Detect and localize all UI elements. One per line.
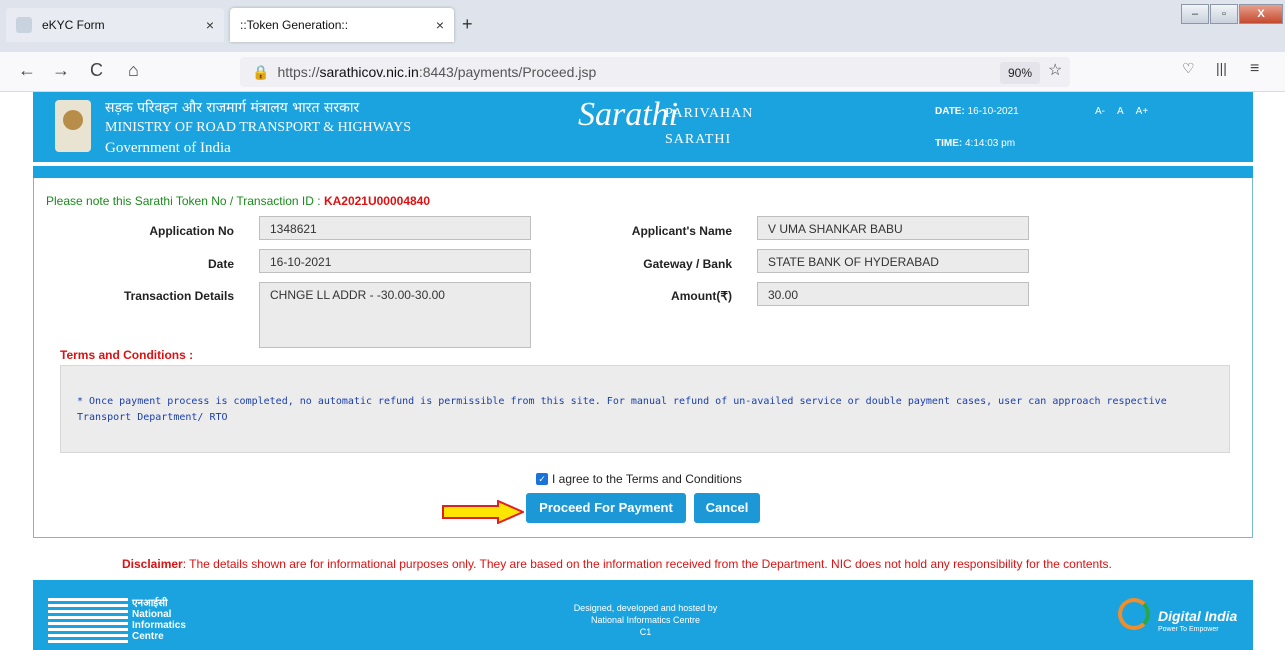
date-display: DATE: 16-10-2021 [935, 106, 1019, 117]
applicant-name-field: V UMA SHANKAR BABU [757, 216, 1029, 240]
digital-india-logo: Digital India Power To Empower [1118, 598, 1238, 638]
arrow-pointer-icon [442, 500, 524, 524]
url-host: sarathicov.nic.in [319, 64, 419, 80]
transaction-details-label: Transaction Details [123, 289, 234, 303]
tab-token-generation[interactable]: ::Token Generation:: × [230, 8, 454, 42]
digital-india-sub: Power To Empower [1158, 626, 1219, 633]
maximize-button[interactable]: ▫ [1210, 4, 1238, 24]
favicon-icon [16, 17, 32, 33]
nic-line3: Centre [132, 631, 164, 642]
agree-terms-label: I agree to the Terms and Conditions [552, 472, 742, 486]
address-bar[interactable]: 🔒 https://sarathicov.nic.in:8443/payment… [240, 57, 1070, 87]
date-field: 16-10-2021 [259, 249, 531, 273]
brand-parivahan: PARIVAHAN [665, 106, 754, 121]
state-emblem-logo [55, 100, 91, 152]
font-increase-button[interactable]: A+ [1136, 106, 1149, 117]
font-size-controls: A- A A+ [1095, 106, 1148, 117]
hindi-ministry-title: सड़क परिवहन और राजमार्ग मंत्रालय भारत सर… [105, 100, 360, 116]
nic-line1: National [132, 609, 172, 620]
forward-arrow-icon[interactable]: → [52, 60, 70, 81]
tab-title: eKYC Form [42, 18, 105, 32]
font-decrease-button[interactable]: A- [1095, 106, 1105, 117]
time-value: 4:14:03 pm [965, 138, 1016, 149]
nic-hindi: एनआईसी [132, 598, 168, 609]
designed-line1: Designed, developed and hosted by [573, 603, 718, 613]
pocket-icon[interactable]: ♡ [1182, 60, 1195, 77]
token-note-text: Please note this Sarathi Token No / Tran… [46, 194, 321, 208]
designed-line2: National Informatics Centre [590, 615, 701, 625]
font-normal-button[interactable]: A [1117, 106, 1124, 117]
time-label: TIME: [935, 138, 963, 149]
disclaimer-label: Disclaimer [122, 557, 183, 571]
transaction-details-textarea[interactable]: CHNGE LL ADDR - -30.00-30.00 [259, 282, 531, 348]
gateway-label: Gateway / Bank [643, 257, 732, 271]
tab-ekyc-form[interactable]: eKYC Form × [6, 8, 224, 42]
cancel-button[interactable]: Cancel [694, 493, 760, 523]
back-arrow-icon[interactable]: ← [18, 60, 36, 81]
digital-india-mark [1118, 598, 1150, 630]
ministry-title: MINISTRY OF ROAD TRANSPORT & HIGHWAYS [105, 120, 412, 135]
nic-logo-mark [48, 598, 128, 644]
shield-lock-icon: 🔒 [252, 63, 270, 80]
browser-nav-bar: ← → C ⌂ 🔒 https://sarathicov.nic.in:8443… [0, 52, 1285, 92]
url-path: :8443/payments/Proceed.jsp [418, 64, 597, 80]
minimize-button[interactable]: – [1181, 4, 1209, 24]
tab-title: ::Token Generation:: [240, 18, 349, 32]
url-prefix: https:// [277, 64, 320, 80]
panel-title-bar [33, 166, 1253, 178]
brand-sarathi: SARATHI [665, 132, 732, 147]
tab-close-icon[interactable]: × [206, 17, 214, 33]
checkbox-checked-icon[interactable]: ✓ [536, 473, 548, 485]
payment-panel: Please note this Sarathi Token No / Tran… [33, 178, 1253, 538]
bookmark-star-icon[interactable]: ☆ [1048, 60, 1062, 80]
date-label: DATE: [935, 106, 965, 117]
tab-close-icon[interactable]: × [436, 17, 444, 33]
site-header: सड़क परिवहन और राजमार्ग मंत्रालय भारत सर… [33, 92, 1253, 162]
proceed-payment-button[interactable]: Proceed For Payment [526, 493, 686, 523]
site-footer: एनआईसी National Informatics Centre Desig… [33, 580, 1253, 650]
time-display: TIME: 4:14:03 pm [935, 138, 1015, 149]
date-label: Date [207, 257, 234, 271]
terms-heading: Terms and Conditions : [60, 348, 194, 362]
close-window-button[interactable]: X [1239, 4, 1283, 24]
sarathi-logo: Sarathi [578, 96, 679, 133]
token-note: Please note this Sarathi Token No / Tran… [46, 194, 430, 208]
menu-icon[interactable]: ≡ [1250, 60, 1259, 78]
reload-icon[interactable]: C [90, 60, 103, 81]
terms-text: * Once payment process is completed, no … [60, 365, 1230, 453]
window-controls: – ▫ X [1180, 4, 1283, 26]
designed-line3: C1 [639, 627, 652, 637]
nic-logo: एनआईसी National Informatics Centre [48, 598, 198, 644]
browser-tab-bar: eKYC Form × ::Token Generation:: × + – ▫… [0, 0, 1285, 52]
disclaimer-text: : The details shown are for informationa… [182, 557, 1112, 571]
digital-india-text: Digital India [1158, 608, 1238, 624]
designed-by: Designed, developed and hosted by Nation… [483, 602, 808, 638]
amount-field: 30.00 [757, 282, 1029, 306]
government-title: Government of India [105, 140, 231, 156]
application-no-field: 1348621 [259, 216, 531, 240]
amount-label: Amount(₹) [671, 289, 732, 303]
library-icon[interactable]: ||| [1216, 60, 1227, 76]
gateway-field: STATE BANK OF HYDERABAD [757, 249, 1029, 273]
nic-line2: Informatics [132, 620, 186, 631]
nic-logo-text: एनआईसी National Informatics Centre [132, 598, 186, 642]
agree-terms[interactable]: ✓ I agree to the Terms and Conditions [536, 472, 742, 486]
new-tab-icon[interactable]: + [462, 14, 473, 35]
application-no-label: Application No [149, 224, 234, 238]
home-icon[interactable]: ⌂ [128, 60, 139, 81]
zoom-level-badge[interactable]: 90% [1000, 62, 1040, 84]
applicant-name-label: Applicant's Name [631, 224, 732, 238]
token-id: KA2021U00004840 [323, 194, 431, 208]
disclaimer: Disclaimer: The details shown are for in… [122, 557, 1112, 571]
date-value: 16-10-2021 [967, 106, 1019, 117]
